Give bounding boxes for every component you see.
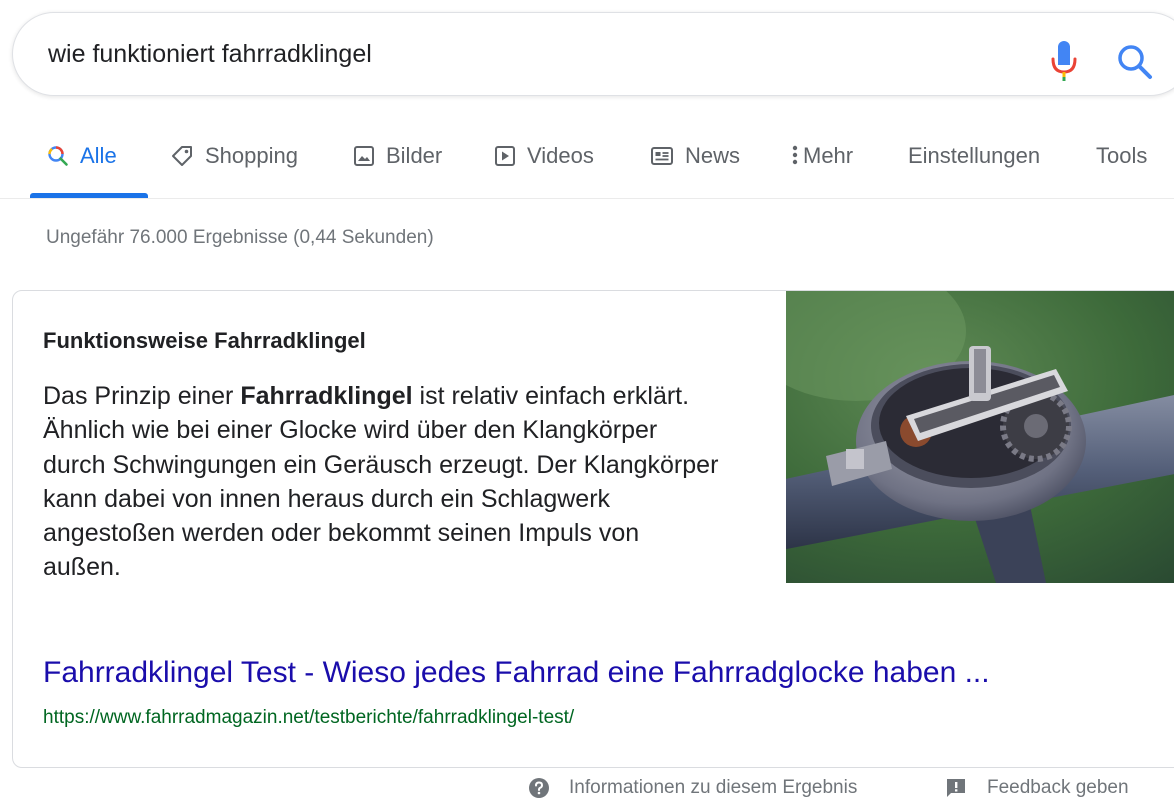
image-icon [354,146,374,166]
help-icon [529,778,549,798]
search-input[interactable] [48,35,948,73]
microphone-icon[interactable] [1048,39,1080,83]
tab-mehr[interactable]: Mehr [791,130,853,198]
tab-label: Tools [1096,143,1148,168]
tab-label: Videos [527,143,594,168]
snippet-text-rest: ist relativ einfach erklärt. Ähnlich wie… [43,382,719,582]
search-box[interactable] [12,12,1174,96]
tabs-divider [0,198,1174,199]
search-icon[interactable] [1116,43,1154,81]
result-info-label: Informationen zu diesem Ergebnis [569,777,858,798]
tab-einstellungen[interactable]: Einstellungen [908,130,1040,198]
tab-shopping[interactable]: Shopping [170,130,298,198]
feedback-icon [947,779,965,797]
search-tabs: Alle Shopping Bilder Videos News Mehr Ei… [0,130,1174,198]
newspaper-icon [651,147,673,165]
tab-label: Mehr [803,143,854,168]
tab-alle[interactable]: Alle [47,130,117,198]
tab-label: Einstellungen [908,143,1041,168]
snippet-text: Das Prinzip einer Fahrradklingel ist rel… [43,379,723,585]
result-info-link[interactable]: Informationen zu diesem Ergebnis [528,776,857,799]
tab-label: Alle [80,143,117,168]
tag-icon [172,146,192,166]
bicycle-bell-image[interactable] [786,291,1174,583]
tab-news[interactable]: News [650,130,740,198]
play-icon [495,146,515,166]
search-icon [48,146,68,166]
tab-label: News [685,143,741,168]
tab-videos[interactable]: Videos [494,130,594,198]
snippet-text-start: Das Prinzip einer [43,382,241,410]
tab-bilder[interactable]: Bilder [353,130,442,198]
feedback-link[interactable]: Feedback geben [945,776,1129,799]
result-title-link[interactable]: Fahrradklingel Test - Wieso jedes Fahrra… [43,656,990,690]
tab-tools[interactable]: Tools [1096,130,1147,198]
featured-snippet: Funktionsweise Fahrradklingel Das Prinzi… [12,290,1174,768]
snippet-heading: Funktionsweise Fahrradklingel [43,328,366,353]
result-url: https://www.fahrradmagazin.net/testberic… [43,707,575,728]
tab-label: Bilder [386,143,443,168]
feedback-label: Feedback geben [987,777,1129,798]
tab-label: Shopping [205,143,298,168]
snippet-text-bold: Fahrradklingel [240,382,413,410]
result-stats: Ungefähr 76.000 Ergebnisse (0,44 Sekunde… [46,227,434,248]
more-vert-icon [792,145,798,165]
